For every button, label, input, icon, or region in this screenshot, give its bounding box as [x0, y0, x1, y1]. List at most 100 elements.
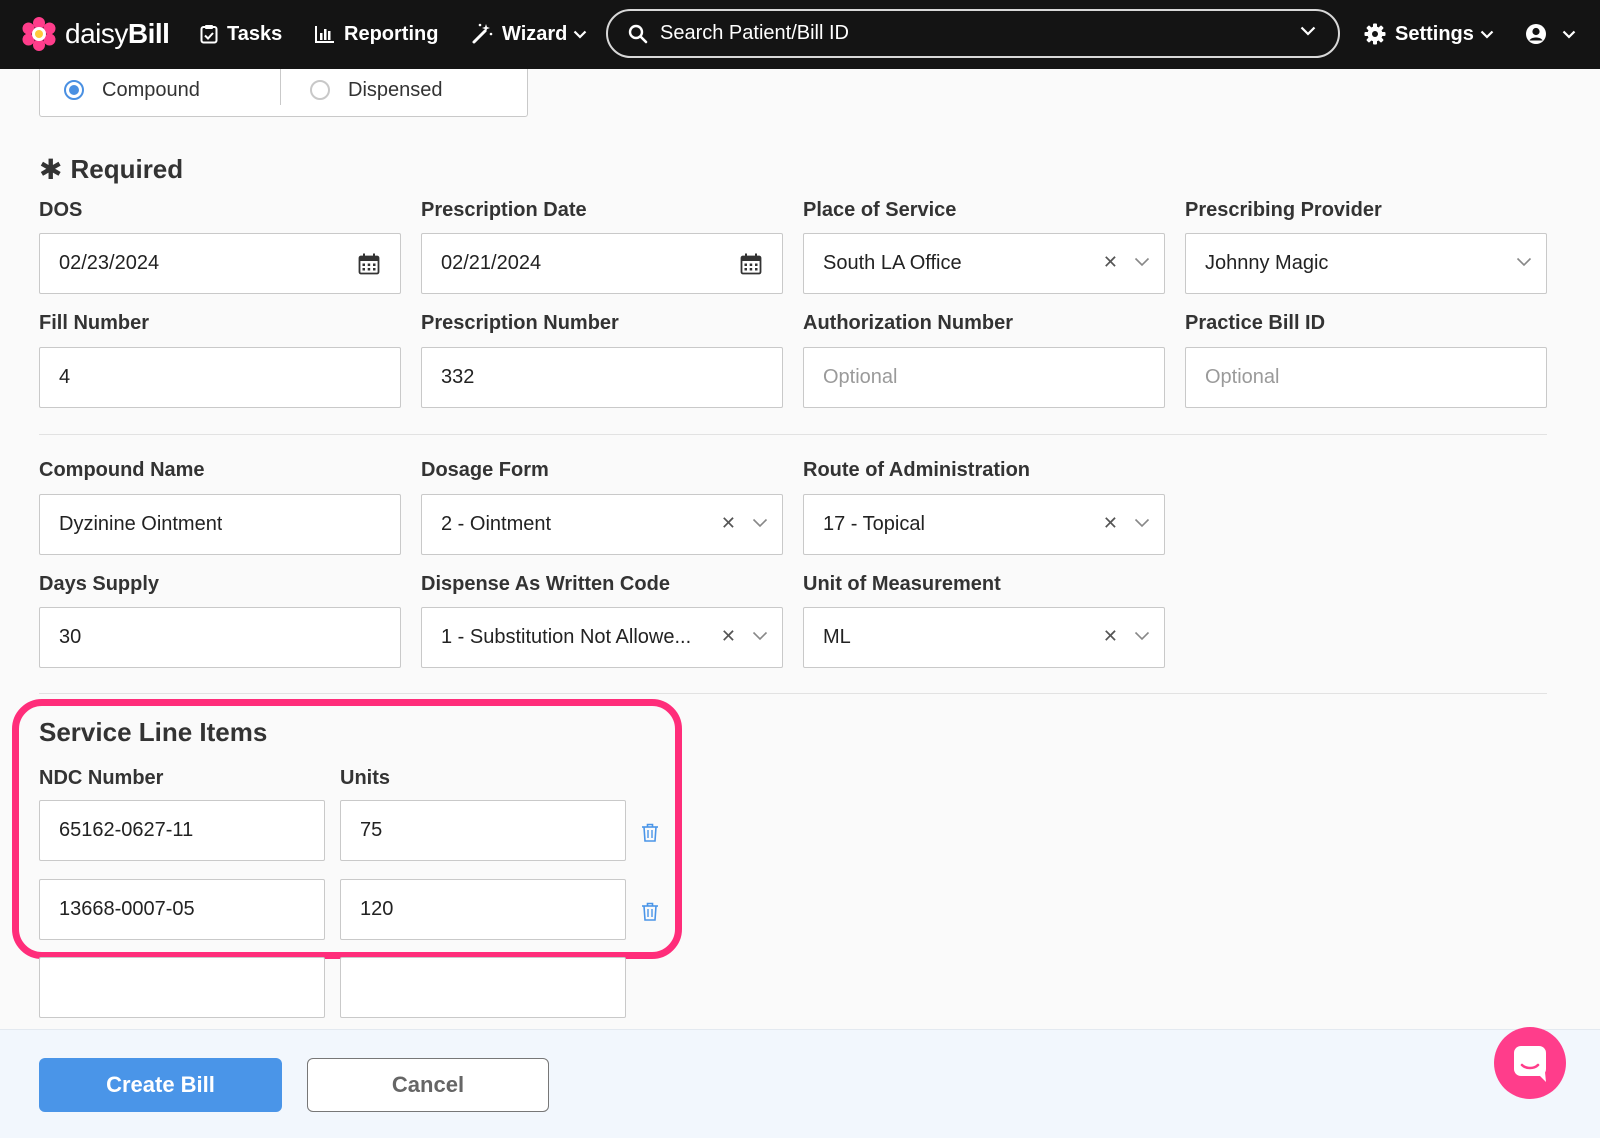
days-supply-label: Days Supply	[39, 573, 160, 595]
clear-icon[interactable]: ✕	[721, 513, 736, 534]
radio-dispensed[interactable]: Dispensed	[310, 75, 443, 105]
user-circle-icon	[1526, 24, 1546, 44]
units-field[interactable]: 120	[340, 879, 626, 940]
practice-bill-id-field[interactable]	[1185, 347, 1547, 408]
dosage-form-select[interactable]: 2 - Ointment ✕	[421, 494, 783, 555]
chevron-down-icon[interactable]	[1134, 518, 1150, 528]
unit-of-measurement-select[interactable]: ML ✕	[803, 607, 1165, 668]
prescription-number-field[interactable]: 332	[421, 347, 783, 408]
place-of-service-select[interactable]: South LA Office ✕	[803, 233, 1165, 294]
authorization-number-input[interactable]	[823, 348, 1103, 407]
units-field[interactable]: 75	[340, 800, 626, 861]
trash-icon[interactable]	[641, 823, 659, 842]
radio-divider	[280, 69, 281, 105]
calendar-icon[interactable]	[358, 253, 380, 275]
units-value: 75	[360, 819, 383, 841]
radio-unselected-icon[interactable]	[310, 80, 330, 100]
unit-of-measurement-label: Unit of Measurement	[803, 573, 1001, 595]
clear-icon[interactable]: ✕	[1103, 626, 1118, 647]
ndc-number-empty-field[interactable]	[39, 957, 325, 1018]
prescribing-provider-value: Johnny Magic	[1205, 252, 1329, 274]
practice-bill-id-input[interactable]	[1205, 348, 1485, 407]
chevron-down-icon	[1480, 30, 1494, 39]
units-label: Units	[340, 767, 390, 789]
authorization-number-label: Authorization Number	[803, 312, 1013, 334]
unit-of-measurement-value: ML	[823, 626, 851, 648]
fill-number-label: Fill Number	[39, 312, 150, 334]
dos-label: DOS	[39, 199, 83, 221]
clear-icon[interactable]: ✕	[1103, 513, 1118, 534]
prescription-number-value: 332	[441, 366, 475, 388]
chat-launcher-button[interactable]	[1494, 1027, 1566, 1099]
form-footer: Create Bill Cancel	[0, 1029, 1600, 1138]
ndc-number-field[interactable]: 13668-0007-05	[39, 879, 325, 940]
asterisk-icon: ✱	[39, 154, 63, 185]
practice-bill-id-label: Practice Bill ID	[1185, 312, 1326, 334]
days-supply-value: 30	[59, 626, 82, 648]
ndc-number-field[interactable]: 65162-0627-11	[39, 800, 325, 861]
compound-name-field[interactable]: Dyzinine Ointment	[39, 494, 401, 555]
route-of-administration-value: 17 - Topical	[823, 513, 925, 535]
magic-wand-icon	[472, 23, 493, 44]
radio-compound[interactable]: Compound	[64, 75, 200, 105]
units-value: 120	[360, 898, 394, 920]
section-divider	[39, 434, 1547, 435]
prescription-date-field[interactable]: 02/21/2024	[421, 233, 783, 294]
bar-chart-icon	[315, 26, 334, 43]
nav-wizard[interactable]: Wizard	[471, 18, 587, 50]
nav-user-menu[interactable]	[1525, 18, 1576, 50]
place-of-service-label: Place of Service	[803, 199, 957, 221]
chat-icon	[1514, 1046, 1546, 1082]
fill-number-field[interactable]: 4	[39, 347, 401, 408]
nav-reporting[interactable]: Reporting	[315, 18, 438, 50]
required-heading: ✱ Required	[39, 154, 184, 185]
dosage-form-label: Dosage Form	[421, 459, 549, 481]
top-navigation: daisyBill Tasks Reporting Wizard Search …	[0, 0, 1600, 69]
chevron-down-icon[interactable]	[1134, 631, 1150, 641]
prescribing-provider-select[interactable]: Johnny Magic	[1185, 233, 1547, 294]
search-input[interactable]	[660, 22, 1280, 45]
brand-name: daisyBill	[65, 18, 170, 49]
authorization-number-field[interactable]	[803, 347, 1165, 408]
nav-tasks[interactable]: Tasks	[200, 18, 282, 50]
nav-settings[interactable]: Settings	[1364, 18, 1494, 50]
fill-number-value: 4	[59, 366, 71, 388]
dispense-as-written-select[interactable]: 1 - Substitution Not Allowe... ✕	[421, 607, 783, 668]
chevron-down-icon[interactable]	[752, 518, 768, 528]
clear-icon[interactable]: ✕	[721, 626, 736, 647]
chevron-down-icon[interactable]	[1300, 26, 1316, 36]
place-of-service-value: South LA Office	[823, 252, 962, 274]
dispense-as-written-value: 1 - Substitution Not Allowe...	[441, 626, 692, 648]
prescription-date-label: Prescription Date	[421, 199, 587, 221]
days-supply-field[interactable]: 30	[39, 607, 401, 668]
service-line-items-heading: Service Line Items	[39, 717, 268, 747]
chevron-down-icon[interactable]	[1134, 257, 1150, 267]
clear-icon[interactable]: ✕	[1103, 252, 1118, 273]
daisybill-logo[interactable]: daisyBill	[22, 16, 170, 52]
bill-type-radio-group: Compound Dispensed	[39, 69, 528, 117]
clipboard-check-icon	[200, 25, 218, 44]
radio-selected-icon[interactable]	[64, 80, 84, 100]
dos-value: 02/23/2024	[59, 252, 160, 274]
calendar-icon[interactable]	[740, 253, 762, 275]
section-divider	[39, 693, 1547, 694]
bill-form: Compound Dispensed ✱ Required DOS Prescr…	[0, 69, 1600, 1029]
ndc-number-value: 13668-0007-05	[59, 898, 195, 920]
search-icon	[628, 24, 648, 43]
dosage-form-value: 2 - Ointment	[441, 513, 552, 535]
dos-field[interactable]: 02/23/2024	[39, 233, 401, 294]
dispense-as-written-label: Dispense As Written Code	[421, 573, 670, 595]
prescribing-provider-label: Prescribing Provider	[1185, 199, 1382, 221]
patient-search[interactable]	[606, 9, 1340, 58]
route-of-administration-select[interactable]: 17 - Topical ✕	[803, 494, 1165, 555]
trash-icon[interactable]	[641, 902, 659, 921]
ndc-number-label: NDC Number	[39, 767, 164, 789]
create-bill-button[interactable]: Create Bill	[39, 1058, 282, 1112]
chevron-down-icon[interactable]	[1516, 257, 1532, 267]
route-of-administration-label: Route of Administration	[803, 459, 1031, 481]
ndc-number-value: 65162-0627-11	[59, 819, 194, 841]
units-empty-field[interactable]	[340, 957, 626, 1018]
cancel-button[interactable]: Cancel	[307, 1058, 549, 1112]
daisy-flower-icon	[22, 17, 56, 51]
chevron-down-icon[interactable]	[752, 631, 768, 641]
